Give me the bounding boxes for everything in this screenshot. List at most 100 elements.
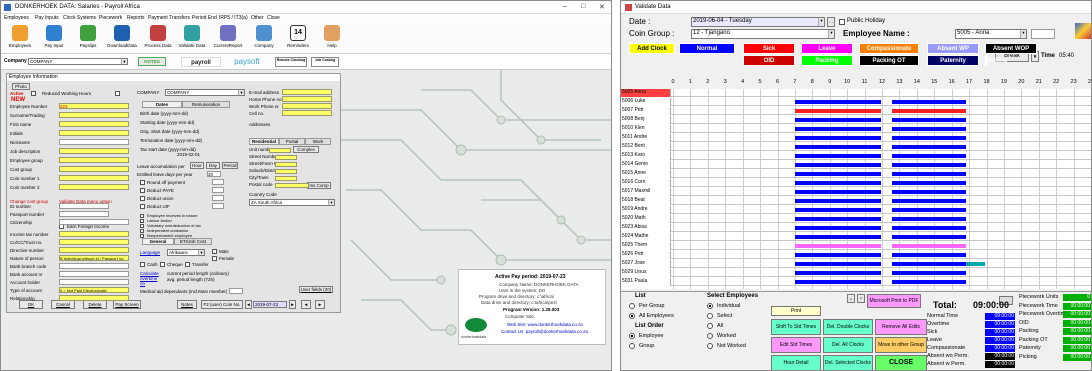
tab-general[interactable]: General <box>142 238 174 245</box>
table-row[interactable]: 5019 Andre <box>621 206 1091 214</box>
clock-bar[interactable] <box>891 199 966 203</box>
minimize-icon[interactable]: – <box>563 3 567 10</box>
panel-company-select[interactable]: COMPANY ▼ <box>165 89 245 96</box>
clock-bar[interactable] <box>794 280 882 284</box>
table-row[interactable]: 5007 Petr <box>621 107 1091 115</box>
clock-bar[interactable] <box>794 127 882 131</box>
next-date-button[interactable]: ► <box>289 300 296 309</box>
reminders-button[interactable]: 14 Reminders <box>281 25 315 53</box>
website-link[interactable]: Web Site: www.donkerhoekdata.co.za <box>507 322 583 327</box>
cheque-checkbox[interactable] <box>160 262 165 267</box>
clock-bar[interactable] <box>794 181 882 185</box>
round-field[interactable] <box>212 195 224 201</box>
female-checkbox[interactable] <box>212 256 217 261</box>
field-input[interactable] <box>59 231 129 237</box>
action-button-hour-detail[interactable]: Hour Detail <box>771 355 821 370</box>
table-row[interactable]: 5029 Linus <box>621 269 1091 277</box>
contact-input[interactable] <box>282 96 332 102</box>
action-button-shift-to-std-times[interactable]: Shift To Std Times <box>771 319 821 335</box>
user-fields-button[interactable]: User fields (20) <box>299 286 333 293</box>
reduced-hours-checkbox[interactable] <box>115 91 120 96</box>
clock-bar[interactable] <box>891 181 966 185</box>
contact-input[interactable] <box>282 110 332 116</box>
clock-bar[interactable] <box>794 118 882 122</box>
field-input[interactable] <box>59 130 129 136</box>
field-input[interactable]: B Individual without id / Passport no. <box>59 255 129 261</box>
table-row[interactable]: 5018 Beat <box>621 197 1091 205</box>
field-input[interactable] <box>59 247 129 253</box>
field-input[interactable]: 223 <box>59 103 129 109</box>
public-holiday-checkbox[interactable] <box>839 19 845 25</box>
clock-bar[interactable] <box>891 163 966 167</box>
round-checkbox[interactable] <box>140 188 145 193</box>
clock-bar[interactable] <box>794 154 882 158</box>
date-nav-select[interactable]: 2019-07-23 <box>253 301 287 308</box>
tab-work[interactable]: Work <box>305 138 331 145</box>
round-checkbox[interactable] <box>140 204 145 209</box>
menu-reports[interactable]: Reports <box>127 15 145 21</box>
notes-button[interactable]: NOTES <box>138 57 166 66</box>
leave-period-option[interactable]: Period <box>222 162 238 169</box>
menu-other[interactable]: Other <box>251 15 264 21</box>
clock-type-normal[interactable]: Normal <box>679 43 735 54</box>
address-input[interactable] <box>275 183 309 188</box>
option-checkbox[interactable] <box>140 214 144 218</box>
entitled-field[interactable]: 20 <box>207 171 221 177</box>
company-select[interactable]: COMPANY ▼ <box>28 58 128 65</box>
clock-bar[interactable] <box>794 217 882 221</box>
clock-bar[interactable] <box>794 226 882 230</box>
pay-input-button[interactable]: Pay Input <box>37 25 71 53</box>
order-group-radio[interactable] <box>629 343 635 349</box>
round-field[interactable] <box>212 187 224 193</box>
ins-comp-button[interactable]: Ins Comp <box>307 182 331 189</box>
cash-checkbox[interactable] <box>140 262 145 267</box>
table-row[interactable]: 5023 Abisa <box>621 224 1091 232</box>
date-picker-button[interactable]: … <box>827 17 835 27</box>
field-input[interactable] <box>59 121 129 127</box>
delete-button[interactable]: Delete <box>83 300 107 309</box>
contact-input[interactable] <box>282 89 332 95</box>
clock-bar[interactable] <box>891 244 966 248</box>
clock-bar[interactable] <box>891 118 966 122</box>
clock-type-packing-ot[interactable]: Packing OT <box>859 55 919 66</box>
menu-payment-transfers[interactable]: Payment Transfers <box>148 15 190 21</box>
employee-select[interactable]: 5005 - Anna ▼ <box>955 29 1027 39</box>
clock-bar[interactable] <box>891 208 966 212</box>
address-input[interactable] <box>275 162 297 167</box>
per-group-radio[interactable] <box>629 303 635 309</box>
chart-icon[interactable] <box>1075 23 1091 39</box>
clock-bar[interactable] <box>891 145 966 149</box>
coin-group-select[interactable]: 12 - Tjangano ▼ <box>691 29 835 39</box>
field-input[interactable] <box>59 211 109 217</box>
clock-bar[interactable] <box>891 100 966 104</box>
order-employee-radio[interactable] <box>629 333 635 339</box>
clock-type-picking[interactable]: Picking <box>985 55 1007 66</box>
close-icon[interactable]: ✕ <box>599 3 605 11</box>
clock-bar[interactable] <box>891 190 966 194</box>
clock-bar[interactable] <box>891 280 966 284</box>
menu-close[interactable]: Close <box>267 15 280 21</box>
download-data-button[interactable]: DownloadData <box>105 25 139 53</box>
current-report-button[interactable]: CurrentReport <box>211 25 245 53</box>
address-input[interactable] <box>275 155 297 160</box>
language-select[interactable]: Afrikaans ▼ <box>167 249 205 256</box>
field-input[interactable] <box>59 157 129 163</box>
tab-residential[interactable]: Residential <box>249 138 279 145</box>
clock-bar[interactable] <box>794 244 882 248</box>
notes-panel-button[interactable]: Notes <box>177 300 197 309</box>
next-arrow-button[interactable]: ▼ <box>857 294 865 303</box>
maximize-icon[interactable]: □ <box>581 3 585 10</box>
payslips-button[interactable]: Payslips <box>71 25 105 53</box>
round-checkbox[interactable] <box>140 196 145 201</box>
table-row[interactable]: 5013 Karo <box>621 152 1091 160</box>
tab-remuneration[interactable]: Remuneration <box>182 101 230 108</box>
clock-bar[interactable] <box>794 109 882 113</box>
action-button-print[interactable]: Print <box>771 306 821 316</box>
select-radio[interactable] <box>707 323 713 329</box>
clock-bar[interactable] <box>794 271 882 275</box>
remote-clocking-button[interactable]: Remote Clocking <box>275 57 307 67</box>
prev-arrow-button[interactable]: ▲ <box>847 294 855 303</box>
menu-clock-systems[interactable]: Clock Systems <box>63 15 96 21</box>
clock-type-compassionate[interactable]: Compassionate <box>859 43 919 54</box>
table-row[interactable]: 5011 Andre <box>621 134 1091 142</box>
